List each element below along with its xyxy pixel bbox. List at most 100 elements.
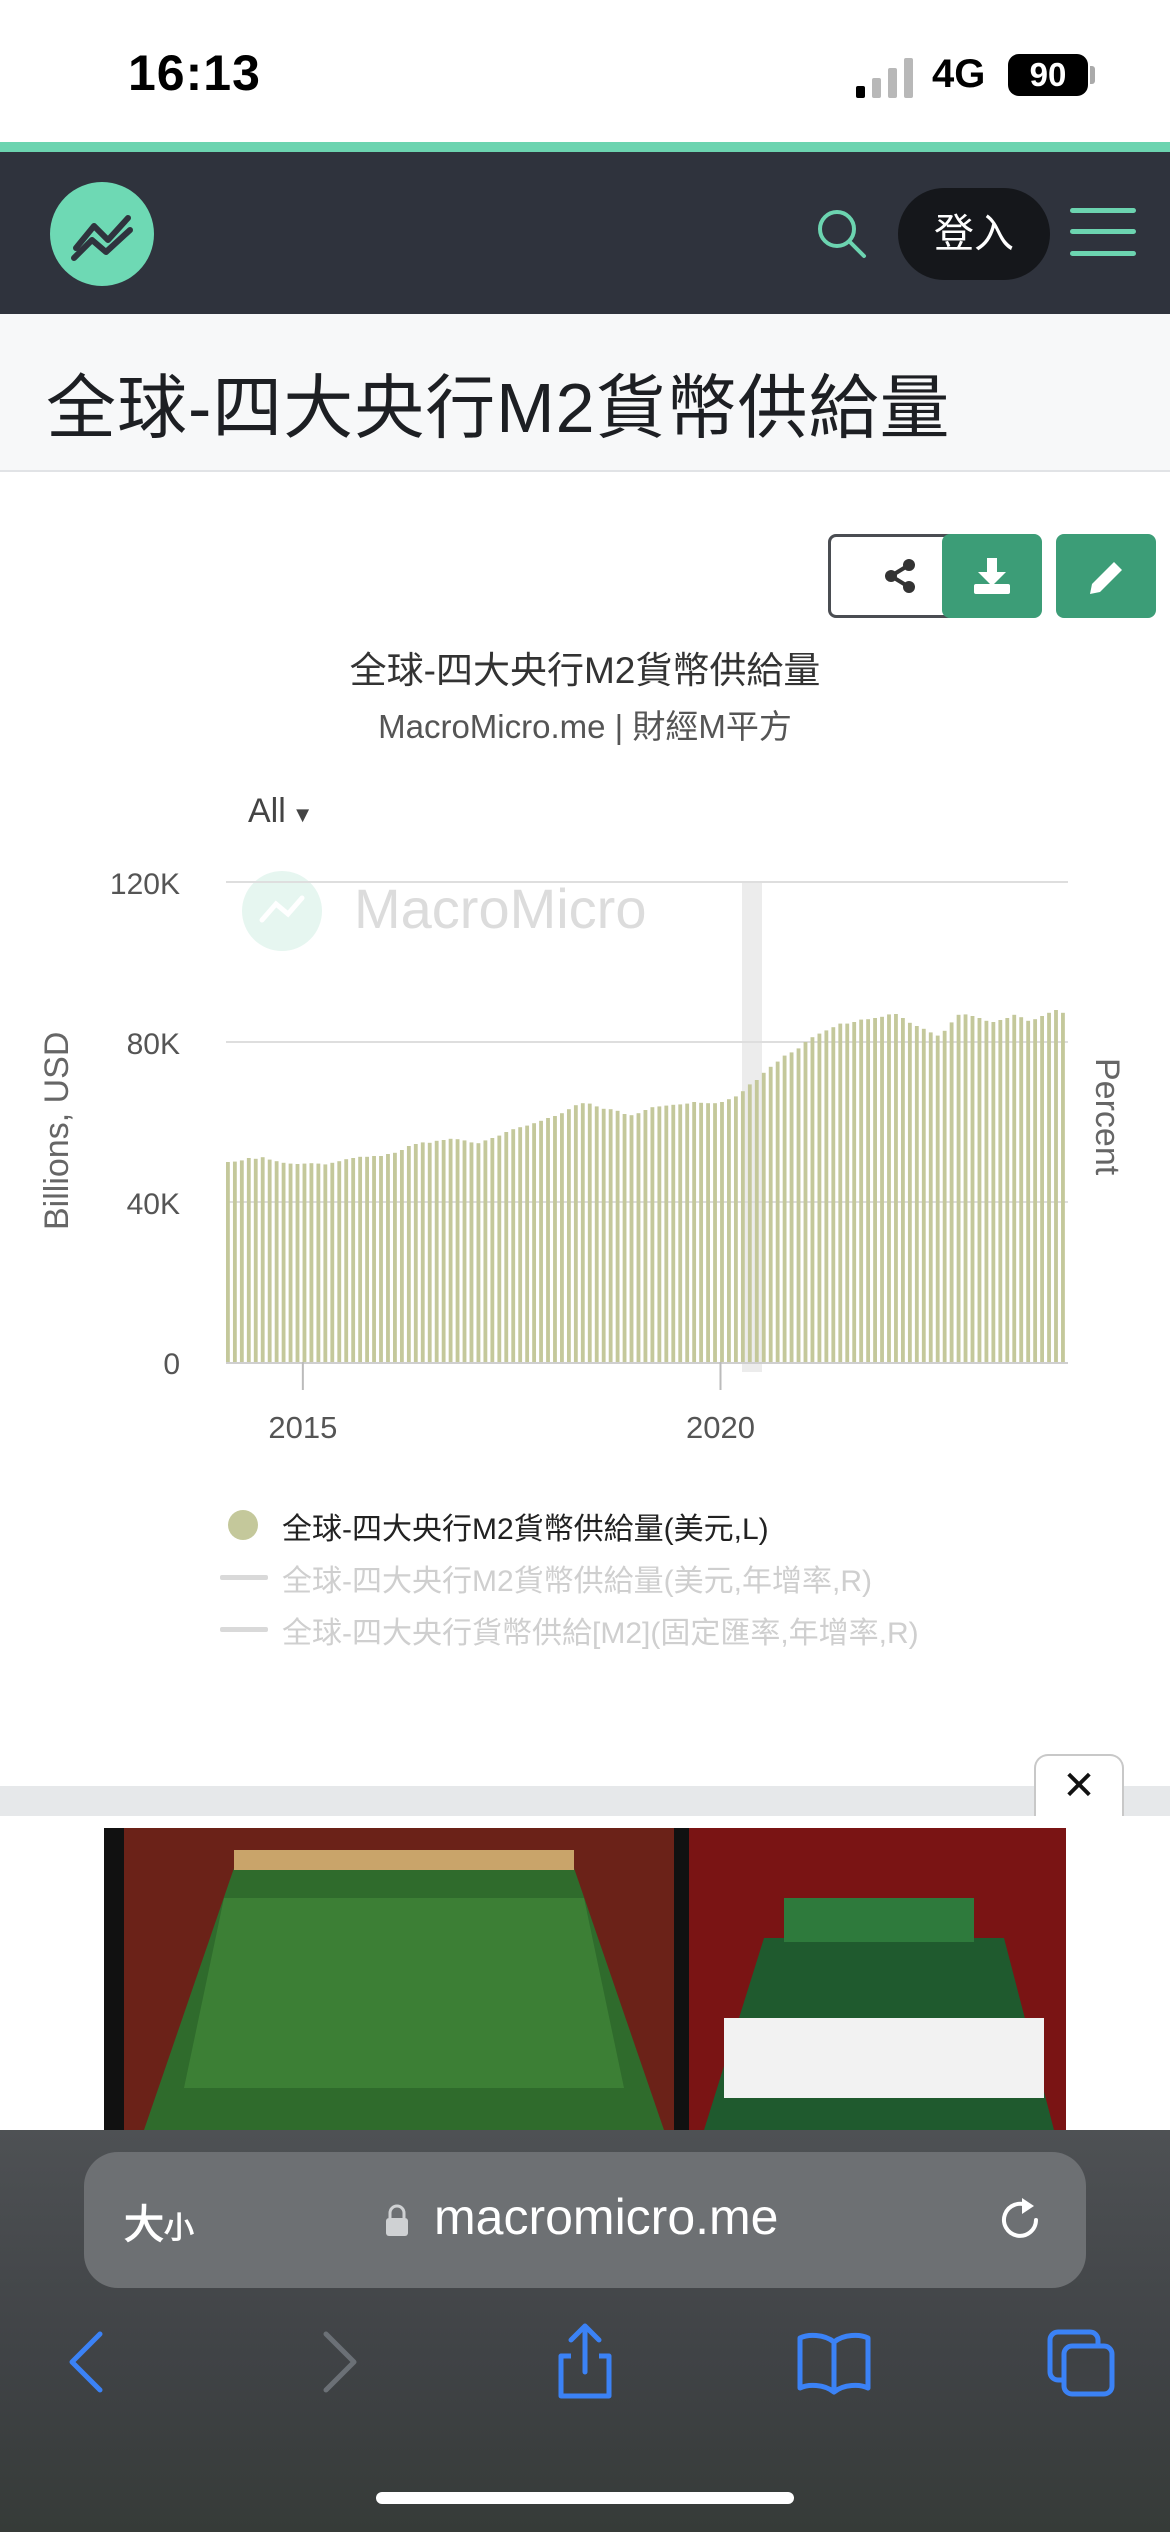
- bar: [448, 1138, 453, 1362]
- bar: [386, 1154, 390, 1362]
- bar: [253, 1158, 258, 1362]
- forward-icon[interactable]: [300, 2322, 380, 2402]
- site-logo[interactable]: [50, 182, 154, 286]
- bar: [462, 1140, 467, 1362]
- share-icon: [885, 559, 915, 593]
- range-selector-value: All: [248, 792, 286, 830]
- bar: [608, 1109, 613, 1362]
- y-tick-label: 120K: [110, 868, 180, 901]
- bar: [365, 1156, 369, 1362]
- reload-icon[interactable]: [992, 2192, 1048, 2248]
- share-sheet-icon[interactable]: [545, 2322, 625, 2402]
- bar: [351, 1158, 356, 1362]
- bar: [845, 1023, 850, 1362]
- bar: [643, 1110, 648, 1362]
- bookmarks-icon[interactable]: [794, 2322, 874, 2402]
- search-icon[interactable]: [812, 204, 872, 264]
- bar: [817, 1033, 822, 1362]
- battery-tip: [1090, 66, 1095, 84]
- chart-title: 全球-四大央行M2貨幣供給量: [349, 650, 821, 691]
- bar: [678, 1104, 683, 1362]
- bar: [796, 1048, 801, 1362]
- bar: [671, 1104, 676, 1362]
- status-bar: 16:13 4G 90: [0, 0, 1170, 142]
- screen: 16:13 4G 90 登入 全球-四大央行M2貨幣供給量 全球-四大央行M2貨…: [0, 0, 1170, 2532]
- bar: [782, 1055, 787, 1362]
- bar: [1061, 1012, 1065, 1362]
- text-size-button[interactable]: 大小: [124, 2192, 194, 2250]
- bar: [316, 1163, 321, 1362]
- x-tick-label: 2020: [686, 1410, 755, 1445]
- bar: [1054, 1010, 1058, 1362]
- edit-button[interactable]: [1056, 534, 1156, 618]
- m2-bar-chart: MacroMicro 0 40K 80K 120K 2015 2020: [110, 868, 1068, 1445]
- watermark-text: MacroMicro: [354, 877, 646, 940]
- y-axis-label: Billions, USD: [38, 1031, 76, 1230]
- mahjong-ad-banner[interactable]: [104, 1828, 1066, 2130]
- bar: [921, 1028, 926, 1362]
- bar: [699, 1102, 704, 1362]
- bar: [907, 1022, 912, 1362]
- bar: [622, 1114, 627, 1362]
- bar: [754, 1080, 759, 1362]
- bar: [727, 1099, 731, 1362]
- login-button[interactable]: 登入: [898, 188, 1050, 280]
- bar: [587, 1103, 592, 1362]
- tabs-icon[interactable]: [1040, 2322, 1120, 2402]
- bar: [887, 1014, 891, 1362]
- bar: [483, 1140, 488, 1362]
- bar: [413, 1144, 418, 1362]
- bar: [379, 1156, 383, 1362]
- bar: [344, 1159, 349, 1362]
- bar: [852, 1022, 857, 1362]
- bar: [636, 1113, 641, 1362]
- range-selector[interactable]: All ▼: [248, 792, 314, 831]
- bar: [497, 1135, 502, 1362]
- legend-line-icon: [220, 1627, 268, 1632]
- bar: [288, 1163, 293, 1362]
- address-bar[interactable]: 大小 macromicro.me: [84, 2152, 1086, 2288]
- download-button[interactable]: [942, 534, 1042, 618]
- ad-close-button[interactable]: ✕: [1034, 1754, 1124, 1816]
- bar: [539, 1120, 543, 1362]
- bar: [560, 1113, 564, 1362]
- bar: [358, 1156, 363, 1362]
- bar: [1005, 1018, 1010, 1362]
- bar: [963, 1014, 968, 1362]
- bar: [747, 1084, 752, 1362]
- bar: [657, 1106, 662, 1362]
- bar: [664, 1105, 669, 1362]
- bar: [970, 1016, 975, 1362]
- bar: [441, 1140, 446, 1362]
- bar: [1012, 1014, 1017, 1362]
- network-type: 4G: [932, 52, 986, 96]
- bar: [838, 1023, 843, 1362]
- bar: [803, 1042, 808, 1362]
- bar: [594, 1106, 599, 1362]
- bar: [949, 1022, 954, 1362]
- bar: [713, 1103, 717, 1362]
- bar: [546, 1118, 550, 1362]
- hamburger-menu-icon[interactable]: [1070, 202, 1136, 262]
- legend-line-icon: [220, 1575, 268, 1580]
- lock-icon: [386, 2204, 408, 2236]
- bar: [692, 1102, 697, 1362]
- bar: [566, 1109, 571, 1362]
- bar: [942, 1030, 947, 1362]
- bar: [880, 1016, 884, 1362]
- bar: [900, 1018, 905, 1362]
- page-title: 全球-四大央行M2貨幣供給量: [46, 369, 951, 447]
- bar: [859, 1019, 864, 1362]
- bar: [1040, 1016, 1044, 1362]
- bar: [768, 1066, 773, 1362]
- bar: [309, 1163, 314, 1362]
- y-tick-label: 40K: [127, 1188, 180, 1221]
- bar: [330, 1162, 335, 1362]
- back-icon[interactable]: [46, 2322, 126, 2402]
- highlight-band: [742, 882, 762, 1372]
- bar: [323, 1164, 328, 1362]
- bar: [295, 1164, 300, 1362]
- bar: [1026, 1020, 1031, 1362]
- legend-label: 全球-四大央行M2貨幣供給量(美元,L): [282, 1513, 769, 1546]
- bar: [789, 1052, 794, 1362]
